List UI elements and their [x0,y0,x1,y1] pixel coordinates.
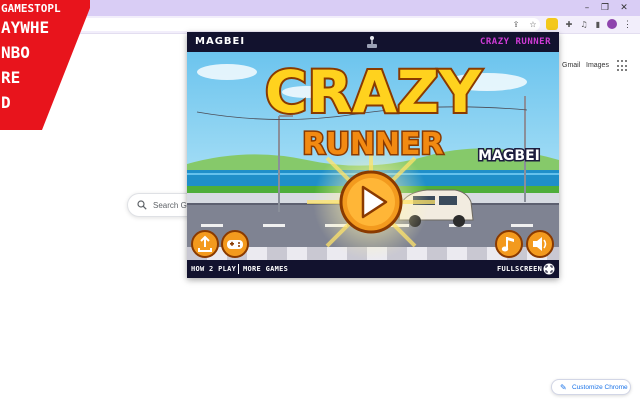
images-link[interactable]: Images [586,62,609,69]
watermark-line-4: RE [1,68,21,87]
browser-window: – ❐ ✕ ⇪ ☆ ✚ ♫ ▮ ⋮ Gmail Images Search Go… [0,0,640,400]
share-icon[interactable]: ⇪ [510,18,522,31]
profile-icon[interactable] [607,19,617,29]
header-game-title: CRAZY RUNNER [479,37,551,47]
play-icon[interactable] [339,170,403,234]
game-scene[interactable]: CRAZY RUNNER MAGBEI [187,52,559,260]
extension-icon[interactable] [546,18,558,30]
magbei-logo[interactable]: MAGBEI [195,36,245,47]
watermark-line-3: NBO [1,43,30,62]
how-to-play-link[interactable]: HOW 2 PLAY [191,265,236,273]
game-footer: HOW 2 PLAY MORE GAMES FULLSCREEN [187,260,559,278]
side-panel-icon[interactable]: ▮ [592,18,604,31]
bookmark-star-icon[interactable]: ☆ [527,18,539,31]
sound-icon[interactable] [526,230,554,258]
magbei-badge: MAGBEI [478,148,540,164]
game-window[interactable]: MAGBEI CRAZY RUNNER CRAZY RUNNER MAGBEI … [187,32,559,278]
close-icon[interactable]: ✕ [617,1,631,15]
customize-chrome-button[interactable]: ✎ Customize Chrome [551,379,631,395]
gamepad-icon[interactable] [221,230,249,258]
watermark-line-5: D [1,93,11,112]
footer-separator [238,264,239,274]
address-bar[interactable] [40,18,540,31]
music-icon[interactable] [495,230,523,258]
title-runner: RUNNER [302,127,443,162]
restore-icon[interactable]: ❐ [598,1,612,15]
title-crazy: CRAZY [265,58,482,126]
puzzle-icon[interactable]: ✚ [563,18,575,31]
gmail-link[interactable]: Gmail [562,62,580,69]
customize-chrome-label: Customize Chrome [572,384,628,391]
watermark-line-1: GAMESTOPL [1,2,61,15]
apps-grid-icon[interactable] [617,60,629,72]
search-icon [137,200,147,210]
game-header: MAGBEI CRAZY RUNNER [187,32,559,52]
search-placeholder: Search Go [153,201,192,210]
joystick-icon [367,36,377,48]
pencil-icon: ✎ [560,383,567,392]
watermark-line-2: AYWHE [1,18,50,37]
fullscreen-label[interactable]: FULLSCREEN [497,265,542,273]
fullscreen-icon[interactable] [543,263,555,275]
share-icon[interactable] [191,230,219,258]
media-icon[interactable]: ♫ [578,18,590,31]
more-games-link[interactable]: MORE GAMES [243,265,288,273]
tab-strip [0,0,640,16]
site-watermark: GAMESTOPL AYWHE NBO RE D [0,0,90,130]
minimize-icon[interactable]: – [580,1,594,15]
kebab-menu-icon[interactable]: ⋮ [623,18,632,31]
